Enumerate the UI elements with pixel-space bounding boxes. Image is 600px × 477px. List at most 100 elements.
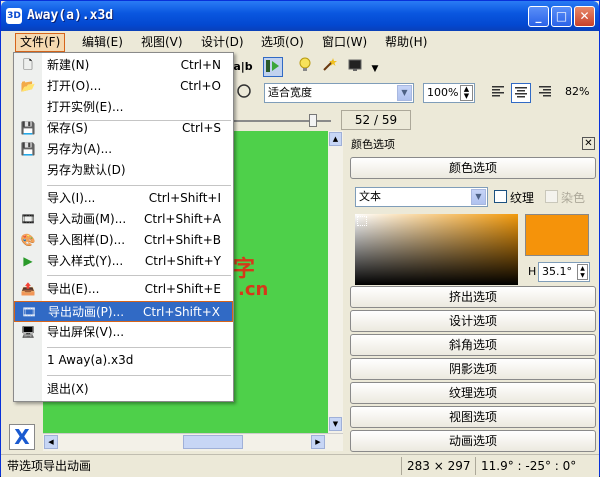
texture-options-button[interactable]: 纹理选项: [350, 382, 596, 404]
horizontal-scrollbar[interactable]: ◀ ▶: [43, 433, 343, 451]
export-screensaver-icon: 🖥: [20, 325, 36, 339]
menu-item-import[interactable]: 导入(I)... Ctrl+Shift+I: [14, 188, 233, 209]
display-icon[interactable]: [345, 57, 365, 77]
menu-item-shortcut: Ctrl+Shift+I: [148, 191, 221, 205]
animation-play-icon[interactable]: [263, 57, 283, 77]
menu-design[interactable]: 设计(D): [197, 34, 248, 51]
menu-item-new[interactable]: 🗋 新建(N) Ctrl+N: [14, 55, 233, 76]
menu-item-export-animation[interactable]: 🎞 导出动画(P)... Ctrl+Shift+X: [14, 301, 233, 322]
target-select-value: 文本: [359, 190, 381, 203]
vertical-scrollbar[interactable]: ▲ ▼: [328, 131, 343, 433]
menu-item-label: 1 Away(a).x3d: [47, 353, 134, 367]
zoom-value: 100%: [427, 86, 459, 99]
texture-label: 纹理: [510, 191, 535, 205]
chevron-down-icon[interactable]: ▼: [397, 85, 412, 101]
maximize-button[interactable]: □: [551, 6, 572, 27]
spin-arrows-icon[interactable]: ▲ ▼: [577, 264, 588, 280]
menu-help[interactable]: 帮助(H): [381, 34, 431, 51]
menu-item-label: 打开实例(E)...: [47, 100, 124, 114]
texture-checkbox[interactable]: [494, 190, 507, 203]
align-center-icon[interactable]: [511, 83, 531, 103]
right-percent: 82%: [565, 85, 590, 98]
spin-arrows-icon[interactable]: ▲ ▼: [460, 85, 473, 101]
menu-options[interactable]: 选项(O): [257, 34, 308, 51]
menu-item-label: 导入(I)...: [47, 191, 96, 205]
zoom-spinner[interactable]: 100% ▲ ▼: [423, 83, 475, 103]
bevel-options-button[interactable]: 斜角选项: [350, 334, 596, 356]
dye-checkbox[interactable]: [545, 190, 558, 203]
menu-view[interactable]: 视图(V): [137, 34, 187, 51]
scroll-down-icon[interactable]: ▼: [329, 417, 342, 431]
save-icon: 💾: [20, 121, 36, 135]
new-file-icon: 🗋: [23, 58, 33, 72]
open-folder-icon: 📂: [20, 79, 36, 93]
menu-item-open-example[interactable]: 打开实例(E)...: [14, 97, 233, 118]
menu-item-open[interactable]: 📂 打开(O)... Ctrl+O: [14, 76, 233, 97]
design-options-button[interactable]: 设计选项: [350, 310, 596, 332]
application-window: 3D Away(a).x3d _ □ ✕ 文件(F) 编辑(E) 视图(V) 设…: [0, 0, 600, 477]
menu-item-shortcut: Ctrl+Shift+Y: [144, 254, 221, 268]
light-bulb-icon[interactable]: [295, 57, 315, 77]
hue-value: 35.1°: [542, 265, 572, 278]
align-right-icon[interactable]: [535, 83, 555, 103]
menu-item-save-as[interactable]: 💾 另存为(A)...: [14, 139, 233, 160]
hue-label: H: [528, 265, 537, 278]
close-button[interactable]: ✕: [574, 6, 595, 27]
app-icon[interactable]: 3D: [6, 8, 22, 24]
menu-item-export[interactable]: 📤 导出(E)... Ctrl+Shift+E: [14, 279, 233, 300]
fit-mode-value: 适合宽度: [268, 86, 312, 99]
menu-separator: [47, 347, 231, 348]
align-left-icon[interactable]: [488, 83, 508, 103]
title-bar[interactable]: 3D Away(a).x3d _ □ ✕: [1, 1, 599, 31]
menu-item-label: 导入动画(M)...: [47, 212, 127, 226]
panel-close-icon[interactable]: ✕: [582, 137, 595, 150]
scroll-up-icon[interactable]: ▲: [329, 132, 342, 146]
window-title: Away(a).x3d: [27, 8, 114, 23]
menu-item-label: 导出屏保(V)...: [47, 325, 125, 339]
status-angles: 11.9° : -25° : 0°: [475, 457, 599, 475]
animation-options-button[interactable]: 动画选项: [350, 430, 596, 452]
scroll-right-icon[interactable]: ▶: [311, 435, 325, 449]
hue-spinner[interactable]: 35.1° ▲ ▼: [538, 262, 590, 282]
menu-file[interactable]: 文件(F): [15, 33, 66, 52]
minimize-button[interactable]: _: [528, 6, 549, 27]
chevron-down-icon[interactable]: ▼: [365, 59, 385, 79]
scroll-left-icon[interactable]: ◀: [44, 435, 58, 449]
menu-item-shortcut: Ctrl+O: [180, 79, 221, 93]
menu-item-exit[interactable]: 退出(X): [14, 379, 233, 400]
menu-item-import-pattern[interactable]: 🎨 导入图样(D)... Ctrl+Shift+B: [14, 230, 233, 251]
menu-item-label: 导入图样(D)...: [47, 233, 126, 247]
color-options-button[interactable]: 颜色选项: [350, 157, 596, 179]
menu-item-save[interactable]: 💾 保存(S) Ctrl+S: [14, 118, 233, 139]
menu-window[interactable]: 窗口(W): [318, 34, 371, 51]
extrude-options-button[interactable]: 挤出选项: [350, 286, 596, 308]
text-spacing-icon[interactable]: a|b: [233, 57, 253, 77]
menu-item-label: 导入样式(Y)...: [47, 254, 124, 268]
menu-item-label: 新建(N): [47, 58, 90, 72]
menu-item-import-animation[interactable]: 🎞 导入动画(M)... Ctrl+Shift+A: [14, 209, 233, 230]
chevron-down-icon[interactable]: ▼: [471, 189, 486, 205]
menu-item-recent-file[interactable]: 1 Away(a).x3d: [14, 350, 233, 371]
view-options-button[interactable]: 视图选项: [350, 406, 596, 428]
target-select[interactable]: 文本 ▼: [355, 187, 488, 207]
menu-item-export-screensaver[interactable]: 🖥 导出屏保(V)...: [14, 322, 233, 343]
color-gradient-picker[interactable]: [355, 214, 518, 285]
slider-thumb[interactable]: [309, 114, 317, 127]
import-pattern-icon: 🎨: [20, 233, 36, 247]
panel-title: 颜色选项: [351, 138, 395, 151]
fit-mode-select[interactable]: 适合宽度 ▼: [264, 83, 414, 103]
menu-edit[interactable]: 编辑(E): [78, 34, 127, 51]
scroll-thumb[interactable]: [183, 435, 243, 449]
picker-cursor[interactable]: [357, 216, 367, 226]
frame-slider[interactable]: [231, 111, 335, 129]
menu-item-import-style[interactable]: ▶ 导入样式(Y)... Ctrl+Shift+Y: [14, 251, 233, 272]
shadow-options-button[interactable]: 阴影选项: [350, 358, 596, 380]
x3d-logo-icon[interactable]: X: [9, 424, 35, 450]
import-animation-icon: 🎞: [20, 212, 36, 226]
circle-icon[interactable]: [234, 83, 254, 103]
menu-item-shortcut: Ctrl+Shift+B: [144, 233, 221, 247]
import-style-icon: ▶: [23, 254, 33, 268]
magic-wand-icon[interactable]: [319, 57, 339, 77]
menu-item-save-default[interactable]: 另存为默认(D): [14, 160, 233, 181]
current-color-swatch[interactable]: [525, 214, 589, 256]
